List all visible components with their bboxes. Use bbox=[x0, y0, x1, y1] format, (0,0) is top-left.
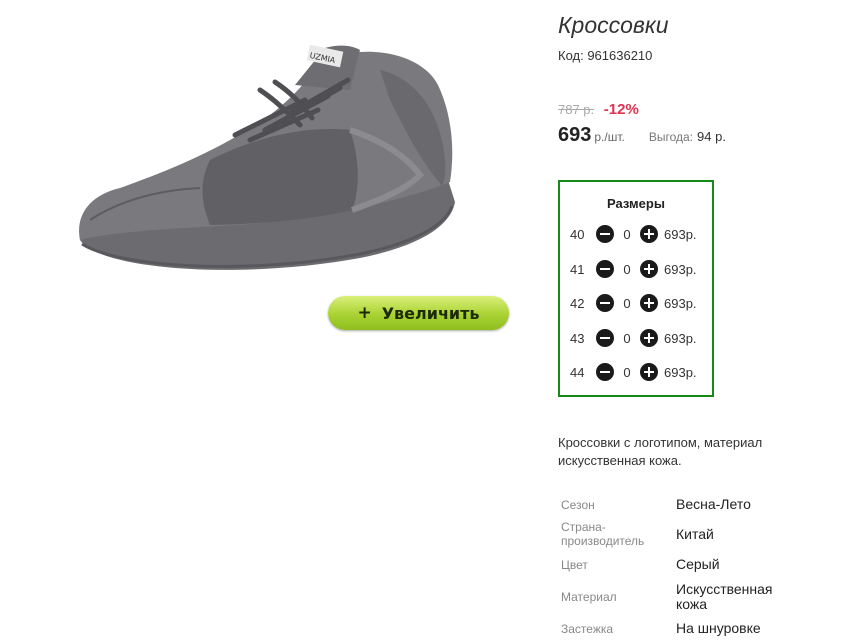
minus-icon[interactable] bbox=[596, 225, 614, 243]
product-sku: Код: 961636210 bbox=[558, 48, 653, 63]
plus-icon[interactable] bbox=[640, 260, 658, 278]
minus-icon[interactable] bbox=[596, 260, 614, 278]
zoom-button[interactable]: + Увеличить bbox=[328, 296, 509, 330]
plus-icon[interactable] bbox=[640, 225, 658, 243]
size-row: 40 0 693р. bbox=[570, 224, 697, 244]
size-label: 43 bbox=[570, 330, 585, 346]
sneaker-illustration: UZMIA bbox=[79, 44, 455, 270]
plus-icon[interactable] bbox=[640, 294, 658, 312]
size-row: 43 0 693р. bbox=[570, 328, 697, 348]
size-row: 41 0 693р. bbox=[570, 259, 697, 279]
size-label: 40 bbox=[570, 226, 585, 242]
plus-icon: + bbox=[357, 303, 372, 323]
current-price: 693 bbox=[558, 124, 592, 146]
size-price: 693р. bbox=[664, 226, 697, 242]
size-label: 44 bbox=[570, 364, 585, 380]
zoom-button-label: Увеличить bbox=[381, 303, 480, 323]
plus-icon[interactable] bbox=[640, 329, 658, 347]
benefit-value: 94 р. bbox=[697, 129, 726, 144]
quantity-value: 0 bbox=[623, 261, 631, 277]
quantity-value: 0 bbox=[623, 295, 631, 311]
attribute-value: Серый bbox=[676, 556, 720, 572]
attribute-value: Китай bbox=[676, 526, 714, 542]
size-label: 41 bbox=[570, 261, 585, 277]
product-description: Кроссовки с логотипом, материал искусств… bbox=[558, 435, 763, 468]
product-title: Кроссовки bbox=[558, 12, 669, 38]
old-price-row: 787 р. -12% bbox=[558, 101, 639, 118]
plus-icon[interactable] bbox=[640, 363, 658, 381]
attribute-value: Искусственная кожа bbox=[676, 581, 773, 612]
attribute-label: Страна-производитель bbox=[561, 520, 645, 548]
size-label: 42 bbox=[570, 295, 585, 311]
old-price: 787 р. bbox=[558, 102, 595, 117]
minus-icon[interactable] bbox=[596, 363, 614, 381]
quantity-value: 0 bbox=[623, 330, 631, 346]
size-price: 693р. bbox=[664, 364, 697, 380]
attribute-label: Застежка bbox=[561, 622, 614, 636]
product-image[interactable]: UZMIA bbox=[60, 30, 480, 300]
size-row: 42 0 693р. bbox=[570, 293, 697, 313]
attribute-label: Материал bbox=[561, 590, 617, 604]
attribute-label: Сезон bbox=[561, 498, 595, 512]
sizes-title: Размеры bbox=[607, 196, 665, 211]
size-price: 693р. bbox=[664, 295, 697, 311]
size-price: 693р. bbox=[664, 330, 697, 346]
attribute-value: Весна-Лето bbox=[676, 496, 751, 512]
size-row: 44 0 693р. bbox=[570, 362, 697, 382]
attribute-label: Цвет bbox=[561, 558, 588, 572]
quantity-value: 0 bbox=[623, 364, 631, 380]
size-price: 693р. bbox=[664, 261, 697, 277]
quantity-value: 0 bbox=[623, 226, 631, 242]
benefit-label: Выгода: bbox=[648, 130, 694, 144]
sizes-panel: Размеры 40 0 693р. 41 0 693р. 42 0 693р.… bbox=[558, 180, 714, 397]
price-row: 693 р./шт. Выгода: 94 р. bbox=[558, 124, 726, 147]
minus-icon[interactable] bbox=[596, 329, 614, 347]
minus-icon[interactable] bbox=[596, 294, 614, 312]
price-unit: р./шт. bbox=[594, 130, 625, 144]
discount-badge: -12% bbox=[603, 101, 639, 118]
attribute-value: На шнуровке bbox=[676, 620, 761, 636]
